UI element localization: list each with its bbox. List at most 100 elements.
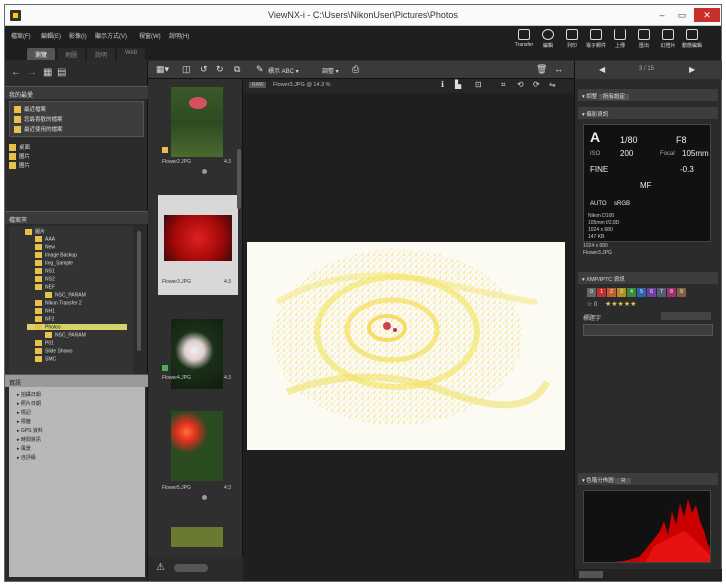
favorites-header[interactable]: 我的最愛 [5, 86, 148, 99]
trash-icon[interactable]: 🗑 [536, 64, 547, 75]
email-button[interactable]: 電子郵件 [585, 29, 607, 59]
label-0[interactable]: 0 [587, 288, 596, 297]
previous-image-icon[interactable]: ◀ [599, 65, 605, 74]
tab-help[interactable]: 說明 [87, 48, 116, 60]
grid-overlay-icon[interactable]: ⌗ [501, 80, 506, 90]
label-1[interactable]: 1 [597, 288, 606, 297]
tree-node[interactable]: NH1 [35, 308, 55, 314]
fit-icon[interactable]: ↔ [554, 64, 563, 74]
metadata-item[interactable]: ▸ GPS 資料 [17, 427, 43, 434]
adjust-menu[interactable]: 調整 ▾ [322, 66, 339, 75]
metadata-item[interactable]: ▸ 標記 [17, 409, 31, 416]
tree-node[interactable]: 圖片 [25, 228, 45, 235]
info-icon[interactable]: ℹ [441, 80, 444, 89]
caption-dropdown[interactable] [661, 312, 711, 320]
fit-screen-icon[interactable]: ⊡ [475, 80, 482, 89]
label-2[interactable]: 2 [607, 288, 616, 297]
close-button[interactable]: ✕ [694, 8, 720, 22]
rotate-left-icon[interactable]: ↺ [200, 64, 208, 75]
menu-image[interactable]: 影像(I) [69, 31, 87, 40]
star-rating[interactable]: ★★★★★ [605, 300, 636, 308]
warning-icon[interactable]: ⚠ [156, 562, 165, 573]
thumbnail-scrollbar[interactable] [237, 149, 241, 209]
minimize-button[interactable]: – [653, 8, 671, 22]
next-image-icon[interactable]: ▶ [689, 65, 695, 74]
movie-editor-button[interactable]: 動態編輯 [681, 29, 703, 59]
tree-node[interactable]: SMC [35, 356, 56, 362]
menu-window[interactable]: 視窗(W) [139, 31, 161, 40]
label-4[interactable]: 4 [627, 288, 636, 297]
favorite-item[interactable]: 最近檔案 [14, 105, 139, 114]
upload-button[interactable]: 上傳 [609, 29, 631, 59]
label-6[interactable]: 6 [647, 288, 656, 297]
edit-tool-button[interactable]: 編輯 [537, 29, 559, 59]
tree-scrollbar[interactable] [137, 231, 141, 351]
location-item[interactable]: 圖片 [9, 152, 134, 161]
label-9[interactable]: 9 [677, 288, 686, 297]
tree-node[interactable]: AAA [35, 236, 55, 242]
main-image[interactable] [247, 242, 565, 450]
copy-icon[interactable]: ⧉ [234, 64, 240, 75]
tree-node[interactable]: Img_Sample [35, 260, 73, 266]
zoom-slider[interactable] [174, 564, 208, 572]
tree-node[interactable]: Nikon Transfer 2 [35, 300, 82, 306]
sort-button[interactable]: 標示 ABC ▾ [268, 66, 299, 75]
metadata-item[interactable]: ▸ 自評級 [17, 454, 36, 461]
print-icon[interactable]: ⎙ [352, 64, 359, 75]
thumbnail-item[interactable]: Flower4.JPG 4:3 [158, 319, 238, 419]
metadata-header[interactable]: 資訊 [5, 374, 148, 387]
menu-file[interactable]: 檔案(F) [11, 31, 31, 40]
tree-node[interactable]: NF2 [35, 316, 54, 322]
label-3[interactable]: 3 [617, 288, 626, 297]
histogram-toggle-icon[interactable]: ▙ [455, 80, 461, 89]
label-5[interactable]: 5 [637, 288, 646, 297]
pencil-icon[interactable]: ✎ [256, 64, 264, 75]
compare-view-icon[interactable]: ⇋ [549, 80, 556, 89]
label-8[interactable]: 8 [667, 288, 676, 297]
location-item[interactable]: 圖片 [9, 161, 134, 170]
metadata-item[interactable]: ▸ 時間資訊 [17, 436, 41, 443]
back-arrow-icon[interactable]: ← [11, 67, 21, 78]
tab-map[interactable]: 地圖 [57, 48, 86, 60]
metadata-item[interactable]: ▸ 風景 [17, 445, 31, 452]
metadata-item[interactable]: ▸ 照片日期 [17, 400, 41, 407]
menu-help[interactable]: 說明(H) [169, 31, 189, 40]
favorite-item[interactable]: 最近使用的檔案 [14, 125, 139, 134]
transfer-button[interactable]: Transfer [513, 29, 535, 59]
caption-input[interactable] [583, 324, 713, 336]
tree-node[interactable]: Slide Shows [35, 348, 73, 354]
metadata-item[interactable]: ▸ 標籤 [17, 418, 31, 425]
tree-node[interactable]: NEF [35, 284, 55, 290]
tree-node[interactable]: NSC_PARAM [45, 332, 86, 338]
print-button[interactable]: 列印 [561, 29, 583, 59]
tree-node[interactable]: Image Backup [35, 252, 77, 258]
thumbnail-item[interactable]: Flower5.JPG 4:3 [158, 411, 238, 511]
rotate-right-icon[interactable]: ↻ [216, 64, 224, 75]
shooting-info-header[interactable]: ▾ 攝影資訊 [578, 107, 718, 119]
layout-icon[interactable]: ▤ [57, 67, 66, 78]
adjust-section[interactable]: ▾ 調整 所有設定 [578, 89, 718, 101]
redo-icon[interactable]: ⟳ [533, 80, 540, 89]
tab-browse[interactable]: 瀏覽 [27, 48, 56, 60]
slideshow-button[interactable]: 幻燈片 [657, 29, 679, 59]
export-button[interactable]: 匯出 [633, 29, 655, 59]
maximize-button[interactable]: ▭ [673, 8, 691, 22]
tree-node[interactable]: NSC_PARAM [45, 292, 86, 298]
tree-node[interactable]: NS2 [35, 276, 55, 282]
menu-view[interactable]: 顯示方式(V) [95, 31, 127, 40]
forward-arrow-icon[interactable]: → [27, 67, 37, 78]
metadata-item[interactable]: ▸ 拍攝日期 [17, 391, 41, 398]
folders-header[interactable]: 檔案夾 [5, 211, 148, 224]
label-7[interactable]: 7 [657, 288, 666, 297]
histogram-header[interactable]: ▾ 色階分佈圖 R [578, 473, 718, 485]
xmp-iptc-header[interactable]: ▾ XMP/IPTC 資訊 [578, 272, 718, 284]
tree-node[interactable]: New [35, 244, 55, 250]
thumbnail-item-selected[interactable]: Flower3.JPG 4:3 [158, 195, 238, 295]
thumbnail-item[interactable]: Flower2.JPG 4:3 [158, 87, 238, 187]
partial-thumbnail[interactable] [171, 527, 223, 547]
location-item[interactable]: 桌面 [9, 143, 134, 152]
tab-web[interactable]: Web [117, 48, 146, 60]
menu-edit[interactable]: 編輯(E) [41, 31, 61, 40]
image-viewer[interactable] [243, 93, 574, 581]
tree-node-selected[interactable]: Photos [27, 324, 127, 331]
